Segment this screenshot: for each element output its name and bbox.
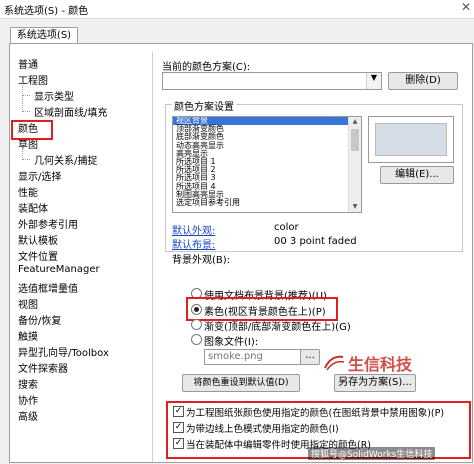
delete-button[interactable]: 删除(D)	[388, 72, 458, 90]
checkbox-drawing-paper-label: 为工程图纸张颜色使用指定的颜色(在图纸背景中禁用图象)(P)	[186, 408, 445, 419]
tree-item[interactable]: 协作	[18, 392, 38, 407]
color-preview	[368, 116, 454, 163]
scroll-thumb[interactable]	[351, 129, 359, 151]
tree-item[interactable]: 高级	[18, 408, 38, 423]
tree-item[interactable]: 几何关系/捕捉	[34, 152, 97, 167]
tree-item[interactable]: 视图	[18, 296, 38, 311]
tree-item[interactable]: 性能	[18, 184, 38, 199]
scroll-down-icon[interactable]: ▼	[349, 202, 361, 212]
default-scene-link[interactable]: 默认布景:	[172, 236, 215, 251]
color-items-list[interactable]: 视区背景 顶部渐变颜色 底部渐变颜色 动态高亮显示 高亮显示 所选项目 1 所选项目 2 所选…	[172, 116, 362, 213]
tree-connector	[22, 146, 23, 160]
reset-colors-button[interactable]: 将颜色重设到默认值(D)	[182, 374, 300, 392]
tree-item[interactable]: 选值框增量值	[18, 280, 78, 295]
browse-button[interactable]: ...	[300, 349, 320, 365]
checkbox-assembly-edit[interactable]: ✓	[173, 438, 184, 449]
tree-item[interactable]: 显示/选择	[18, 168, 61, 183]
checkbox-shaded-edges-label: 为带边线上色模式使用指定的颜色(I)	[186, 424, 339, 435]
tree-item[interactable]: 触摸	[18, 328, 38, 343]
image-file-input[interactable]: smoke.png	[204, 349, 301, 365]
window-title: 系统选项(S) - 颜色	[4, 6, 89, 17]
tree-item[interactable]: 文件位置	[18, 248, 58, 263]
edit-button[interactable]: 编辑(E)...	[380, 166, 454, 184]
settings-label: 颜色方案设置	[172, 98, 236, 113]
watermark-text: 生信科技	[348, 355, 413, 374]
chevron-down-icon[interactable]: ▼	[366, 73, 381, 89]
tab-system-options[interactable]: 系统选项(S)	[10, 27, 78, 44]
radio-gradient-label: 渐变(顶部/底部渐变颜色在上)(G)	[204, 322, 351, 333]
checkbox-drawing-paper[interactable]: ✓	[173, 406, 184, 417]
default-appearance-value: color	[274, 222, 299, 233]
save-scheme-button[interactable]: 另存为方案(S)...	[334, 374, 416, 392]
scroll-up-icon[interactable]: ▲	[349, 117, 361, 127]
list-scrollbar[interactable]: ▲ ▼	[348, 117, 361, 212]
tree-item[interactable]: FeatureManager	[18, 264, 100, 275]
radio-image-file[interactable]	[191, 334, 202, 345]
tree-connector	[22, 159, 30, 160]
tree-connector	[22, 82, 23, 112]
title-bar: 系统选项(S) - 颜色 ✕	[0, 0, 474, 19]
scheme-label: 当前的颜色方案(C):	[162, 62, 251, 73]
color-scheme-select[interactable]: ▼	[162, 72, 382, 90]
options-tree: 普通 工程图 显示类型 区域剖面线/填充 颜色 草图 几何关系/捕捉 显示/选择 性能 装配体 外部…	[12, 52, 153, 462]
radio-gradient[interactable]	[191, 319, 202, 330]
tree-item[interactable]: 区域剖面线/填充	[34, 104, 107, 119]
tree-item[interactable]: 普通	[18, 56, 38, 71]
list-item[interactable]: 选定项目参考引用	[173, 198, 361, 207]
default-scene-value: 00 3 point faded	[274, 236, 357, 247]
checkbox-shaded-edges[interactable]: ✓	[173, 422, 184, 433]
tree-connector	[22, 95, 30, 96]
background-label: 背景外观(B):	[172, 255, 231, 266]
logo-icon	[323, 353, 345, 371]
close-icon[interactable]: ✕	[461, 0, 471, 14]
tree-item[interactable]: 文件探索器	[18, 360, 68, 375]
tree-connector	[22, 111, 30, 112]
tree-item[interactable]: 搜索	[18, 376, 38, 391]
watermark-caption: 搜狐号@SolidWorks生信科技	[308, 447, 436, 460]
tree-item[interactable]: 备份/恢复	[18, 312, 61, 327]
tree-item[interactable]: 装配体	[18, 200, 48, 215]
tree-item[interactable]: 显示类型	[34, 88, 74, 103]
radio-image-file-label: 图象文件(I):	[204, 337, 259, 348]
tree-item[interactable]: 异型孔向导/Toolbox	[18, 344, 109, 359]
highlight-box-color-item	[11, 120, 53, 140]
default-appearance-link[interactable]: 默认外观:	[172, 222, 215, 237]
tree-item[interactable]: 外部参考引用	[18, 216, 78, 231]
tree-item[interactable]: 默认模板	[18, 232, 58, 247]
